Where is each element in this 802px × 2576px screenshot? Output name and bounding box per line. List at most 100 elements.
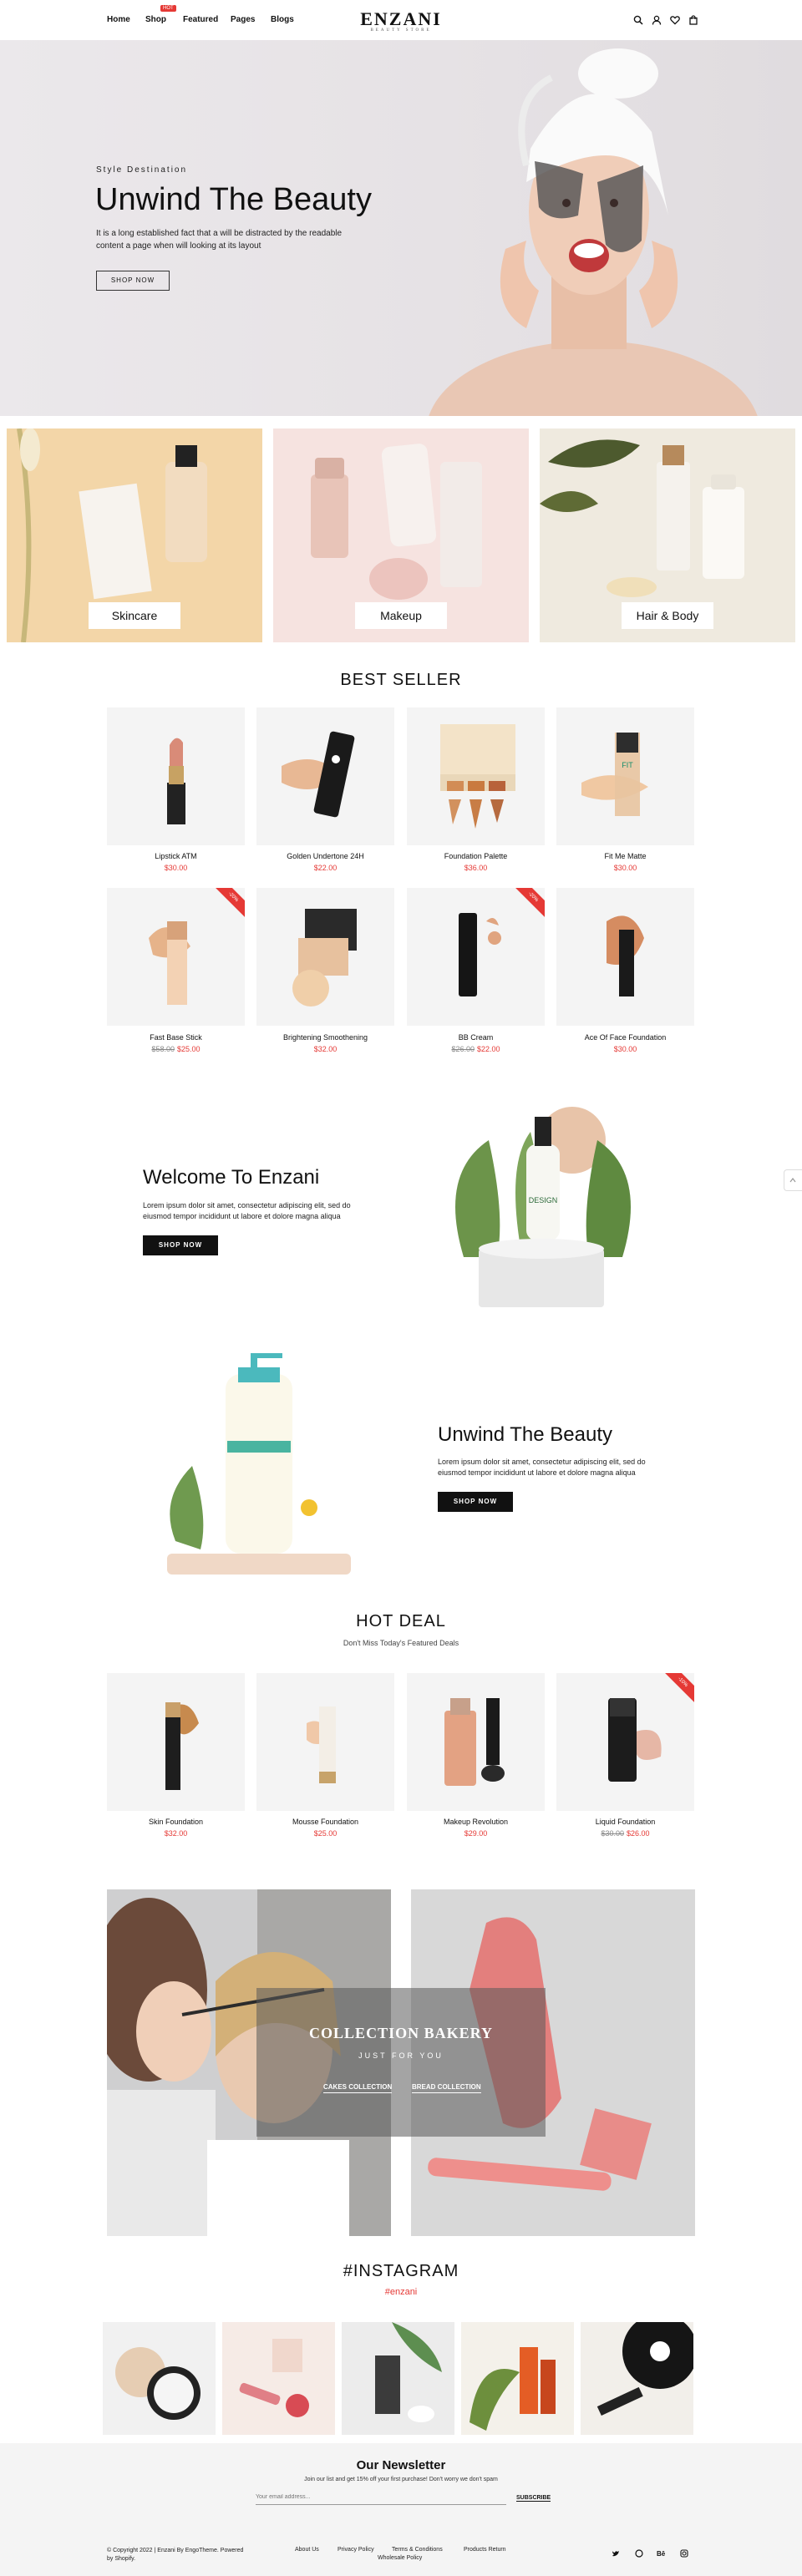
- hero-text: It is a long established fact that a wil…: [96, 229, 343, 251]
- instagram-icon[interactable]: [680, 2549, 688, 2558]
- compact-powder-image: [292, 909, 357, 1007]
- nav-home[interactable]: Home: [107, 15, 130, 24]
- product-price: $30.00: [613, 1045, 637, 1053]
- hero-shop-now-button[interactable]: SHOP NOW: [96, 271, 170, 291]
- product-image[interactable]: FIT: [556, 707, 694, 845]
- cart-icon[interactable]: [688, 14, 698, 25]
- welcome-title: Welcome To Enzani: [143, 1166, 320, 1189]
- product-name[interactable]: BB Cream: [407, 1033, 545, 1042]
- unwind-text: Lorem ipsum dolor sit amet, consectetur …: [438, 1458, 646, 1477]
- instagram-post[interactable]: [581, 2322, 693, 2435]
- product-image[interactable]: [407, 1673, 545, 1811]
- insta-orange-bottles-image: [470, 2347, 556, 2431]
- product-image[interactable]: [407, 707, 545, 845]
- product-image[interactable]: [256, 888, 394, 1026]
- product-price: $30.00: [613, 864, 637, 872]
- instagram-post[interactable]: [103, 2322, 216, 2435]
- newsletter-subscribe-button[interactable]: SUBSCRIBE: [516, 2495, 551, 2502]
- product-name[interactable]: Brightening Smoothening: [256, 1033, 394, 1042]
- product-image[interactable]: [107, 1673, 245, 1811]
- twitter-icon[interactable]: [612, 2549, 620, 2558]
- footer-link-about[interactable]: About Us: [295, 2547, 319, 2553]
- bread-collection-link[interactable]: BREAD COLLECTION: [412, 2083, 481, 2093]
- category-label-hair-body: Hair & Body: [622, 602, 713, 629]
- arrow-up-icon: [789, 1178, 796, 1183]
- svg-text:Bē: Bē: [657, 2550, 666, 2558]
- category-label-skincare: Skincare: [89, 602, 180, 629]
- product-price: $30.00 $26.00: [601, 1829, 650, 1838]
- palette-image: [440, 724, 515, 829]
- product-name[interactable]: Liquid Foundation: [556, 1818, 694, 1826]
- footer-link-terms[interactable]: Terms & Conditions: [392, 2547, 443, 2553]
- welcome-shop-now-button[interactable]: SHOP NOW: [143, 1235, 218, 1255]
- footer-link-wholesale[interactable]: Wholesale Policy: [378, 2555, 422, 2561]
- search-icon[interactable]: [633, 14, 643, 25]
- bb-cream-image: [459, 913, 501, 996]
- product-image[interactable]: [107, 707, 245, 845]
- product-image[interactable]: [256, 1673, 394, 1811]
- makeup-revolution-image: [444, 1698, 505, 1786]
- newsletter-email-input[interactable]: [256, 2490, 506, 2505]
- category-skincare[interactable]: Skincare: [7, 428, 262, 642]
- product-name[interactable]: Skin Foundation: [107, 1818, 245, 1826]
- instagram-post[interactable]: [222, 2322, 335, 2435]
- product-name[interactable]: Lipstick ATM: [107, 852, 245, 860]
- nav-featured[interactable]: Featured: [183, 15, 218, 24]
- nav-blogs[interactable]: Blogs: [271, 15, 294, 24]
- site-logo[interactable]: ENZANI BEAUTY STORE: [359, 8, 443, 33]
- instagram-post[interactable]: [342, 2322, 454, 2435]
- lipstick-image: [167, 738, 185, 824]
- product-price: $58.00 $25.00: [151, 1045, 200, 1053]
- collection-subtitle: JUST FOR YOU: [358, 2051, 444, 2060]
- instagram-title: #INSTAGRAM: [343, 2262, 459, 2280]
- logo-text: ENZANI: [360, 8, 442, 29]
- product-name[interactable]: Mousse Foundation: [256, 1818, 394, 1826]
- nav-shop[interactable]: Shop: [145, 15, 166, 24]
- product-image[interactable]: -10%: [556, 1673, 694, 1811]
- welcome-product-image: DESIGN: [455, 1107, 631, 1307]
- nav-pages[interactable]: Pages: [231, 15, 255, 24]
- category-makeup[interactable]: Makeup: [273, 428, 529, 642]
- insta-compact-image: [115, 2347, 200, 2420]
- product-price: $32.00: [313, 1045, 338, 1053]
- hot-deal-subtitle: Don't Miss Today's Featured Deals: [343, 1639, 459, 1647]
- product-image[interactable]: [256, 707, 394, 845]
- svg-text:FIT: FIT: [622, 761, 633, 769]
- product-price: $36.00: [464, 864, 488, 872]
- insta-lipstick-image: [239, 2339, 309, 2417]
- instagram-handle[interactable]: #enzani: [0, 2287, 802, 2297]
- product-name[interactable]: Fast Base Stick: [107, 1033, 245, 1042]
- fitme-bottle-image: FIT: [581, 733, 648, 816]
- product-price: $32.00: [164, 1829, 188, 1838]
- product-name[interactable]: Makeup Revolution: [407, 1818, 545, 1826]
- unwind-shop-now-button[interactable]: SHOP NOW: [438, 1492, 513, 1512]
- base-stick-image: [149, 921, 190, 1005]
- skin-foundation-image: [165, 1702, 199, 1790]
- footer-link-privacy[interactable]: Privacy Policy: [338, 2547, 374, 2553]
- dribbble-icon[interactable]: [635, 2549, 643, 2558]
- product-name[interactable]: Fit Me Matte: [556, 852, 694, 860]
- cakes-collection-link[interactable]: CAKES COLLECTION: [323, 2083, 393, 2093]
- category-label-makeup: Makeup: [355, 602, 447, 629]
- category-hair-body[interactable]: Hair & Body: [540, 428, 795, 642]
- welcome-text: Lorem ipsum dolor sit amet, consectetur …: [143, 1201, 351, 1220]
- instagram-post[interactable]: [461, 2322, 574, 2435]
- unwind-title: Unwind The Beauty: [438, 1423, 613, 1446]
- best-seller-title: BEST SELLER: [340, 671, 462, 689]
- insta-brush-image: [596, 2322, 693, 2416]
- product-image[interactable]: [556, 888, 694, 1026]
- footer-link-returns[interactable]: Products Return: [464, 2547, 506, 2553]
- product-name[interactable]: Foundation Palette: [407, 852, 545, 860]
- product-price: $29.00: [464, 1829, 488, 1838]
- product-image[interactable]: -20%: [107, 888, 245, 1026]
- product-name[interactable]: Golden Undertone 24H: [256, 852, 394, 860]
- user-icon[interactable]: [652, 14, 662, 25]
- product-image[interactable]: -20%: [407, 888, 545, 1026]
- hot-deal-title: HOT DEAL: [356, 1612, 446, 1630]
- heart-icon[interactable]: [670, 14, 680, 25]
- scroll-top-button[interactable]: [784, 1169, 802, 1191]
- liquid-foundation-image: [608, 1698, 662, 1782]
- hero-model-image: [429, 48, 758, 416]
- product-name[interactable]: Ace Of Face Foundation: [556, 1033, 694, 1042]
- behance-icon[interactable]: Bē: [657, 2549, 667, 2558]
